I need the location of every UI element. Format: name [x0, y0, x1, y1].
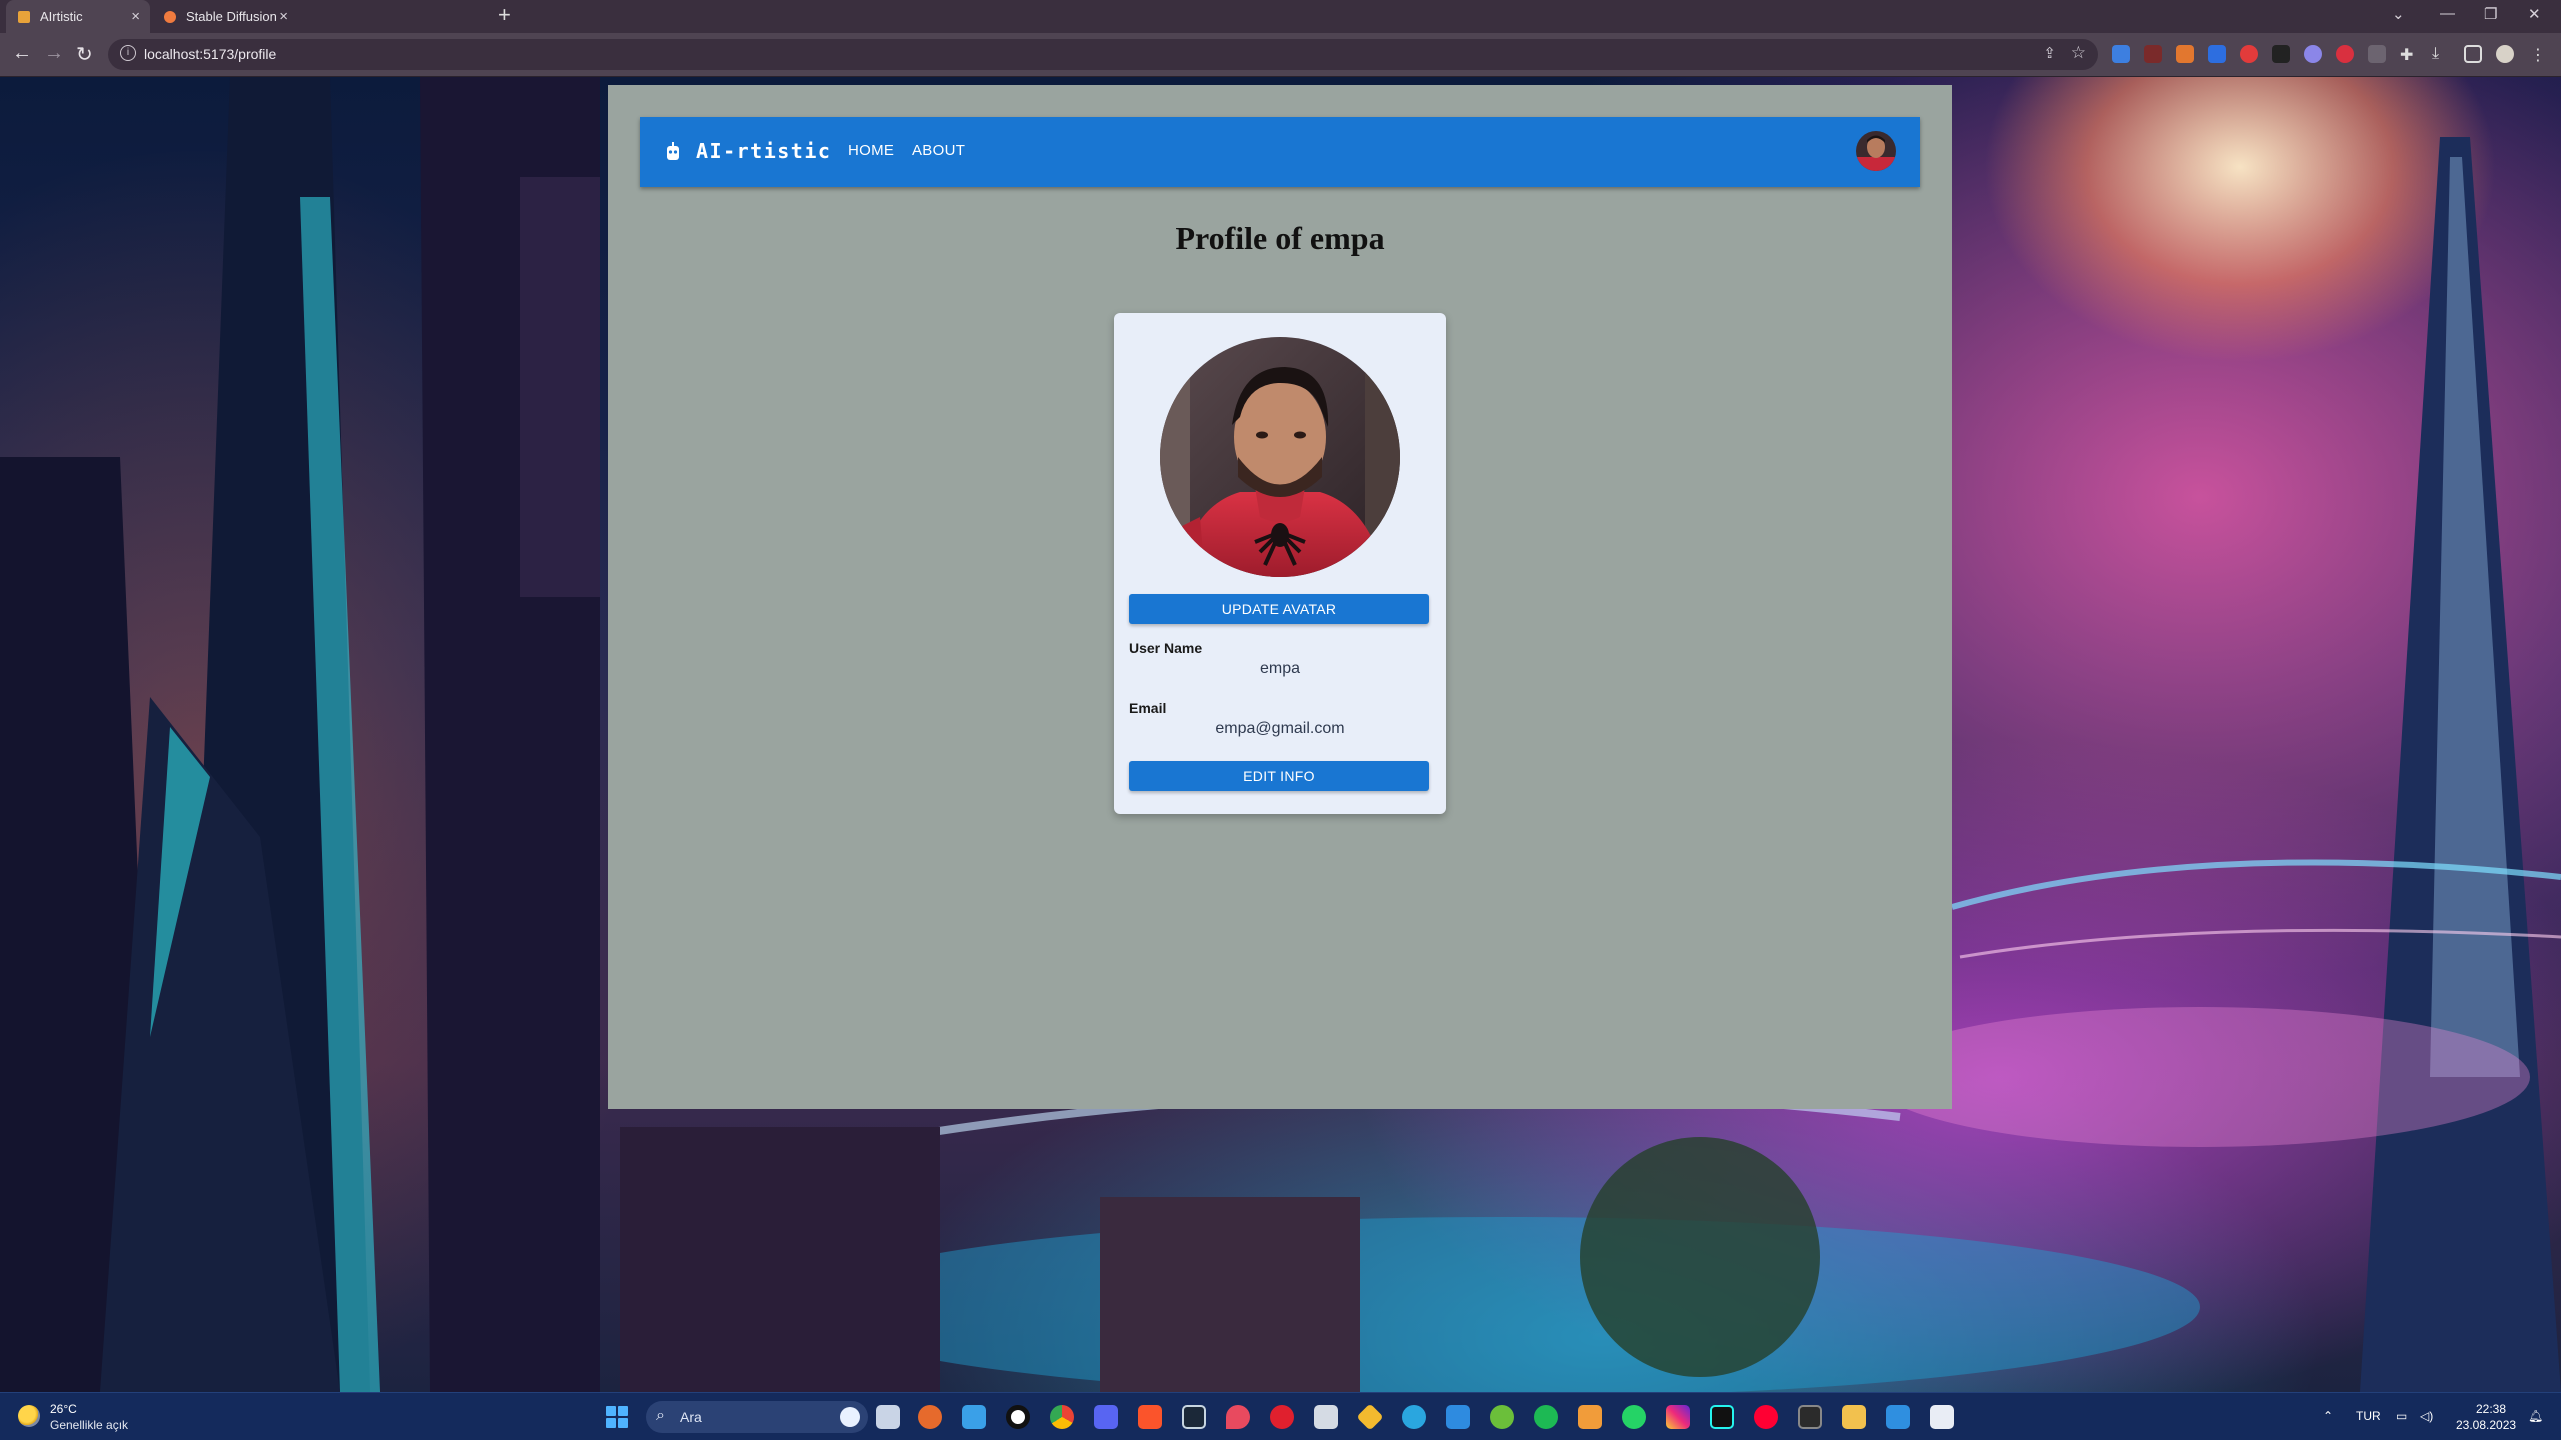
app-bar: AI-rtistic HOME ABOUT: [640, 117, 1920, 187]
search-icon: ⌕: [656, 1407, 665, 1424]
profile-avatar: [1160, 337, 1400, 577]
close-tab-icon[interactable]: ×: [131, 8, 140, 25]
url-text[interactable]: localhost:5173/profile: [144, 46, 276, 62]
tiktok-icon[interactable]: [1710, 1405, 1734, 1429]
vscode-icon[interactable]: [1886, 1405, 1910, 1429]
instagram-icon[interactable]: [1666, 1405, 1690, 1429]
volume-icon[interactable]: ◁): [2420, 1409, 2433, 1423]
terminal-icon[interactable]: [1798, 1405, 1822, 1429]
binance-icon[interactable]: [1356, 1403, 1384, 1431]
notification-bell-icon[interactable]: 🔔︎: [2528, 1409, 2543, 1423]
task-view-icon[interactable]: [876, 1405, 900, 1429]
email-value: empa@gmail.com: [1215, 720, 1345, 737]
tab-title: Stable Diffusion: [186, 9, 277, 24]
nav-about[interactable]: ABOUT: [912, 142, 965, 159]
whatsapp-icon[interactable]: [1622, 1405, 1646, 1429]
media-player-icon[interactable]: [1578, 1405, 1602, 1429]
address-bar[interactable]: i localhost:5173/profile ⇪ ☆: [108, 39, 2098, 70]
extension-icon[interactable]: [2208, 45, 2226, 63]
firefox-icon[interactable]: [918, 1405, 942, 1429]
update-avatar-button[interactable]: UPDATE AVATAR: [1129, 594, 1429, 624]
page-title: Profile of empa: [1175, 220, 1385, 256]
chevron-up-icon[interactable]: ⌃: [2323, 1409, 2333, 1423]
tab-stable-diffusion[interactable]: Stable Diffusion ×: [152, 0, 298, 33]
airtistic-favicon-icon: [18, 10, 30, 23]
share-icon[interactable]: ⇪: [2043, 44, 2056, 62]
extension-icon[interactable]: [2144, 45, 2162, 63]
tab-title: AIrtistic: [40, 9, 83, 24]
tab-airtistic[interactable]: AIrtistic ×: [6, 0, 150, 33]
search-placeholder: Ara: [680, 1409, 702, 1425]
extension-icon[interactable]: [2272, 45, 2290, 63]
extension-metamask-icon[interactable]: [2176, 45, 2194, 63]
brand-title[interactable]: AI-rtistic: [696, 139, 831, 163]
download-icon[interactable]: ⤓: [2432, 45, 2450, 63]
steam-icon[interactable]: [1182, 1405, 1206, 1429]
extension-icon[interactable]: [2336, 45, 2354, 63]
stable-diffusion-favicon-icon: [164, 10, 176, 23]
spiderman-avatar-image: [1160, 337, 1400, 577]
edit-info-button[interactable]: EDIT INFO: [1129, 761, 1429, 791]
opera-gx-icon[interactable]: [1006, 1405, 1030, 1429]
youtube-music-icon[interactable]: [1754, 1405, 1778, 1429]
back-icon[interactable]: ←: [12, 42, 32, 65]
close-window-icon[interactable]: ✕: [2528, 5, 2541, 23]
web-page: AI-rtistic HOME ABOUT Profile of empa UP…: [608, 85, 1952, 1109]
chrome-icon[interactable]: [1050, 1405, 1074, 1429]
xbox-icon[interactable]: [1490, 1405, 1514, 1429]
username-value: empa: [1259, 660, 1301, 677]
weather-temperature[interactable]: 26°C: [50, 1402, 77, 1416]
reload-icon[interactable]: ↻: [76, 42, 93, 67]
weather-description[interactable]: Genellikle açık: [50, 1418, 128, 1432]
clock-date[interactable]: 23.08.2023: [2456, 1418, 2516, 1432]
close-tab-icon[interactable]: ×: [279, 8, 288, 25]
email-label: Email: [1129, 700, 1167, 716]
snipping-tool-icon[interactable]: [1930, 1405, 1954, 1429]
new-tab-button[interactable]: +: [498, 2, 511, 28]
browser-toolbar: ← → ↻ i localhost:5173/profile ⇪ ☆ ✚ ⤓ ⋮: [0, 33, 2561, 77]
tab-search-icon[interactable]: ⌄: [2392, 5, 2405, 23]
extension-icon[interactable]: [2240, 45, 2258, 63]
extension-icon[interactable]: [2368, 45, 2386, 63]
telegram-icon[interactable]: [1402, 1405, 1426, 1429]
profile-avatar-icon[interactable]: [2496, 45, 2514, 63]
extension-translate-icon[interactable]: [2112, 45, 2130, 63]
side-panel-icon[interactable]: [2464, 45, 2482, 63]
brave-icon[interactable]: [1138, 1405, 1162, 1429]
menu-kebab-icon[interactable]: ⋮: [2530, 45, 2548, 64]
bing-icon[interactable]: [840, 1407, 860, 1427]
opera-icon[interactable]: [1270, 1405, 1294, 1429]
browser-tab-bar: AIrtistic × Stable Diffusion × + ⌄ — ❐ ✕: [0, 0, 2561, 33]
language-indicator[interactable]: TUR: [2356, 1409, 2381, 1423]
weather-icon[interactable]: [18, 1405, 40, 1427]
profile-card: UPDATE AVATAR User Name empa Email empa@…: [1114, 313, 1446, 814]
windows-start-icon[interactable]: [606, 1406, 628, 1428]
user-avatar[interactable]: [1856, 131, 1896, 171]
nav-home[interactable]: HOME: [848, 142, 894, 159]
robot-logo-icon: [667, 142, 679, 160]
taskbar-search[interactable]: ⌕ Ara: [646, 1401, 868, 1433]
file-explorer-icon[interactable]: [1842, 1405, 1866, 1429]
shield-icon[interactable]: [1314, 1405, 1338, 1429]
desktop-icon[interactable]: [962, 1405, 986, 1429]
restore-icon[interactable]: ❐: [2484, 5, 2497, 23]
clock-time[interactable]: 22:38: [2476, 1402, 2506, 1416]
extensions-puzzle-icon[interactable]: ✚: [2400, 45, 2418, 64]
forward-icon[interactable]: →: [44, 42, 64, 65]
info-icon[interactable]: i: [120, 45, 136, 61]
star-icon[interactable]: ☆: [2071, 43, 2086, 63]
windows-taskbar: 26°C Genellikle açık ⌕ Ara ⌃ TUR ▭ ◁) 22…: [0, 1392, 2561, 1440]
minimize-icon[interactable]: —: [2440, 5, 2455, 22]
spotify-icon[interactable]: [1534, 1405, 1558, 1429]
username-label: User Name: [1129, 640, 1203, 656]
app-icon[interactable]: [1226, 1405, 1250, 1429]
extension-icon[interactable]: [2304, 45, 2322, 63]
discord-icon[interactable]: [1094, 1405, 1118, 1429]
network-icon[interactable]: ▭: [2396, 1409, 2407, 1423]
mail-icon[interactable]: [1446, 1405, 1470, 1429]
spiderman-avatar-image: [1856, 131, 1896, 171]
